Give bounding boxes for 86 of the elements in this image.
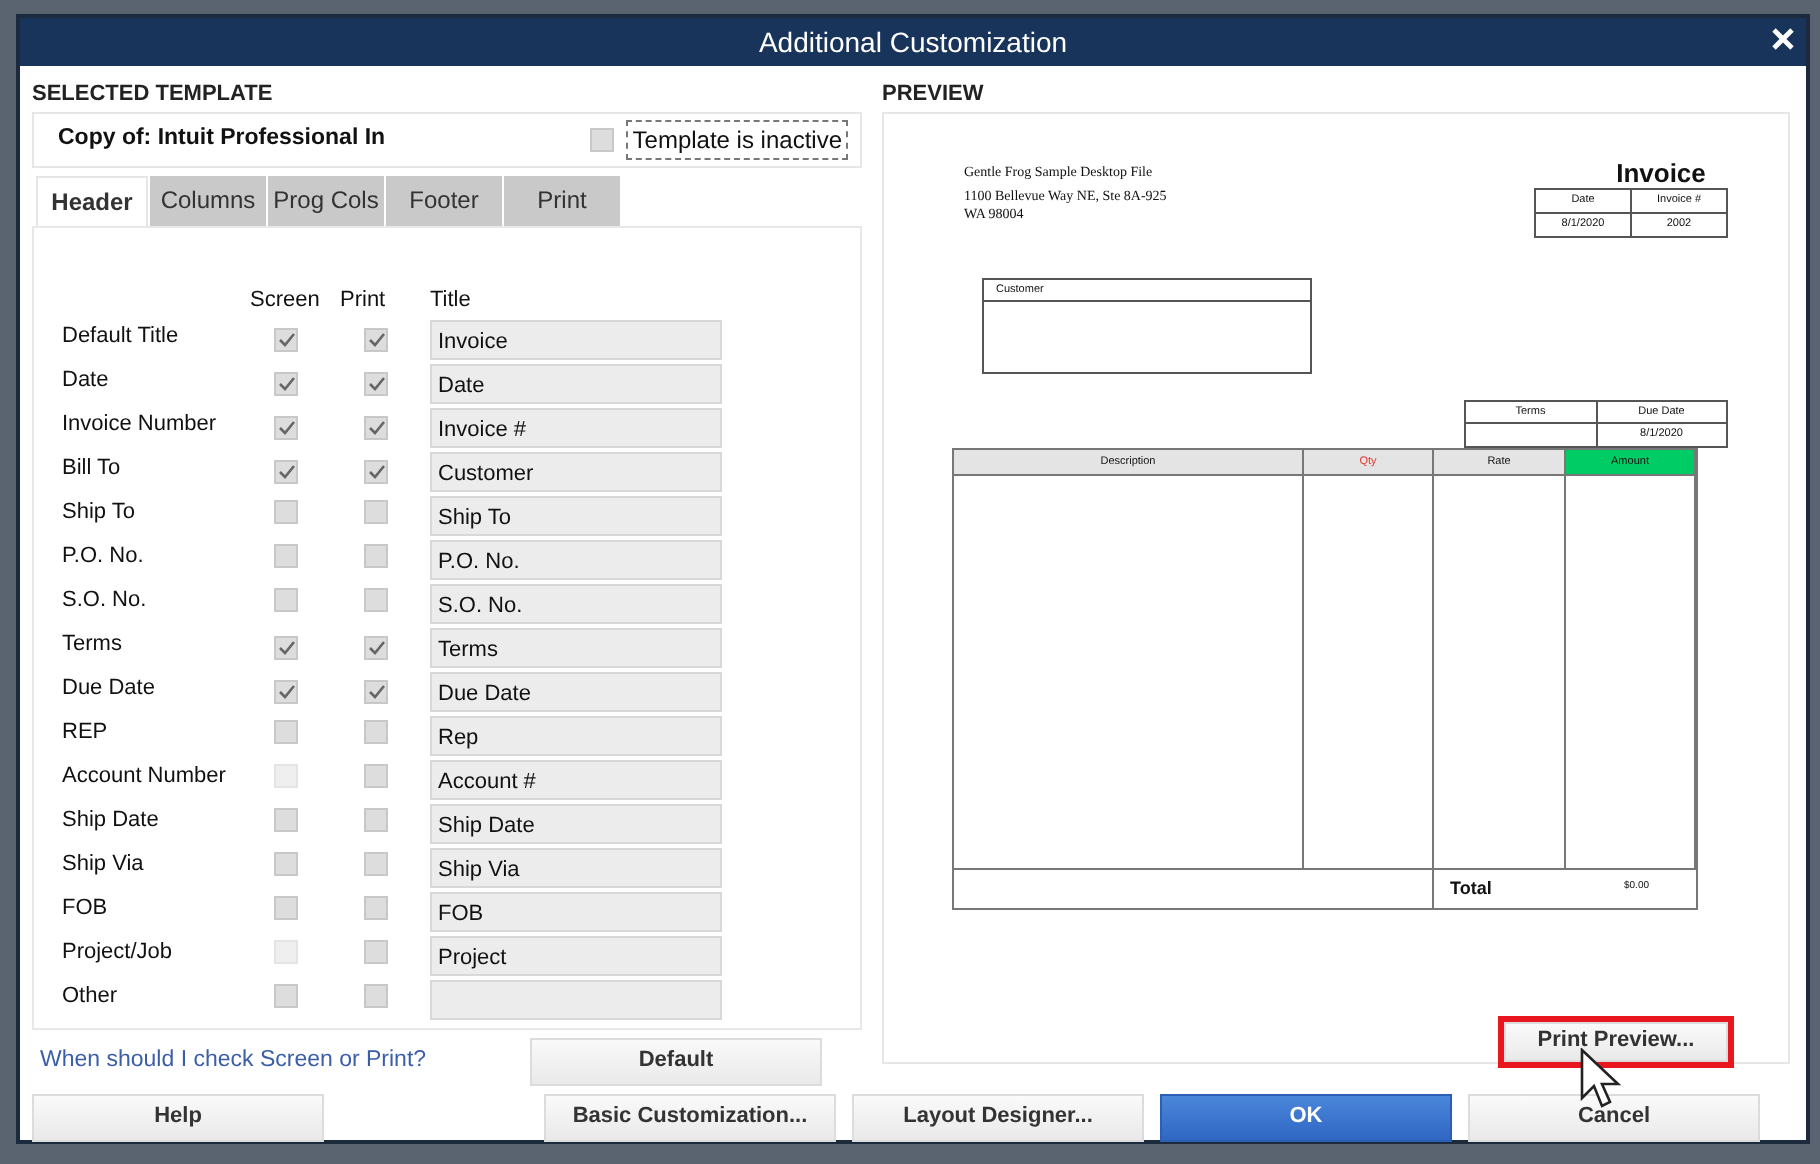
checkbox[interactable] (364, 636, 388, 660)
checkbox[interactable] (274, 544, 298, 568)
field-label: Ship Via (62, 850, 146, 880)
checkbox[interactable] (364, 416, 388, 440)
total-label: Total (1448, 875, 1494, 902)
field-label: REP (62, 718, 110, 748)
title-field[interactable]: P.O. No. (430, 540, 722, 580)
checkbox[interactable] (364, 764, 388, 788)
field-label: Account Number (62, 762, 228, 792)
title-field[interactable]: Project (430, 936, 722, 976)
field-label: Date (62, 366, 111, 396)
title-field[interactable]: Due Date (430, 672, 722, 712)
checkbox[interactable] (364, 500, 388, 524)
checkbox[interactable] (364, 460, 388, 484)
title-field[interactable]: Terms (430, 628, 722, 668)
close-icon (1772, 28, 1794, 51)
checkbox[interactable] (274, 372, 298, 396)
field-label: P.O. No. (62, 542, 146, 572)
field-label: Terms (62, 630, 124, 660)
dialog-button[interactable]: Help (32, 1093, 324, 1141)
title-field[interactable]: Ship To (430, 496, 722, 536)
checkbox[interactable] (364, 852, 388, 876)
checkbox[interactable] (364, 680, 388, 704)
tab[interactable]: Print (504, 175, 620, 225)
field-label: Project/Job (62, 938, 175, 968)
checkbox[interactable] (364, 544, 388, 568)
dialog-button[interactable]: Basic Customization... (544, 1093, 836, 1141)
title-field[interactable]: Ship Via (430, 848, 722, 888)
field-label: Bill To (62, 454, 123, 484)
dialog-button[interactable]: OK (1160, 1093, 1452, 1141)
title-field[interactable]: Date (430, 364, 722, 404)
checkbox[interactable] (274, 328, 298, 352)
field-label: Ship Date (62, 806, 161, 836)
field-label: Other (62, 982, 120, 1012)
checkbox[interactable] (274, 852, 298, 876)
field-label: Default Title (62, 322, 181, 352)
checkbox[interactable] (364, 328, 388, 352)
checkbox[interactable] (364, 984, 388, 1008)
document-title: Invoice (1614, 157, 1708, 187)
checkbox[interactable] (274, 588, 298, 612)
title-field[interactable]: S.O. No. (430, 584, 722, 624)
checkbox[interactable] (364, 372, 388, 396)
checkbox[interactable] (364, 720, 388, 744)
dialog-button[interactable]: Layout Designer... (852, 1093, 1144, 1141)
field-label: Invoice Number (62, 410, 219, 440)
tab[interactable]: Header (36, 175, 148, 225)
tab[interactable]: Columns (150, 175, 266, 225)
tab[interactable]: Prog Cols (268, 175, 384, 225)
checkbox[interactable] (274, 680, 298, 704)
checkbox[interactable] (274, 460, 298, 484)
title-field[interactable]: FOB (430, 892, 722, 932)
tab[interactable]: Footer (386, 175, 502, 225)
checkbox[interactable] (590, 127, 615, 151)
title-field[interactable]: Rep (430, 716, 722, 756)
title-field[interactable] (430, 980, 722, 1020)
field-label: S.O. No. (62, 586, 149, 616)
title-field[interactable]: Account # (430, 760, 722, 800)
column-header: Title (430, 285, 473, 315)
default-button[interactable]: Default (530, 1037, 822, 1085)
field-label: Due Date (62, 674, 157, 704)
checkbox[interactable] (364, 940, 388, 964)
column-header: Screen (250, 285, 322, 315)
title-field[interactable]: Invoice (430, 320, 722, 360)
section-heading: PREVIEW (882, 80, 986, 110)
checkbox[interactable] (274, 500, 298, 524)
field-label: FOB (62, 894, 110, 924)
field-label: Ship To (62, 498, 137, 528)
checkbox[interactable] (274, 416, 298, 440)
dialog-button[interactable]: Cancel (1468, 1093, 1760, 1141)
checkbox[interactable] (364, 588, 388, 612)
title-field[interactable]: Ship Date (430, 804, 722, 844)
checkbox[interactable] (274, 720, 298, 744)
title-field[interactable]: Customer (430, 452, 722, 492)
column-header: Print (340, 285, 388, 315)
checkbox[interactable] (274, 896, 298, 920)
checkbox[interactable] (274, 808, 298, 832)
checkbox[interactable] (364, 808, 388, 832)
checkbox-label: Template is inactive (626, 119, 848, 159)
checkbox[interactable] (364, 896, 388, 920)
checkbox[interactable] (274, 984, 298, 1008)
template-name: Copy of: Intuit Professional In (58, 123, 386, 154)
help-link[interactable]: When should I check Screen or Print? (40, 1043, 427, 1079)
section-heading: SELECTED TEMPLATE (32, 80, 275, 110)
window-title: Additional Customization (758, 23, 1068, 61)
title-field[interactable]: Invoice # (430, 408, 722, 448)
checkbox[interactable] (274, 636, 298, 660)
